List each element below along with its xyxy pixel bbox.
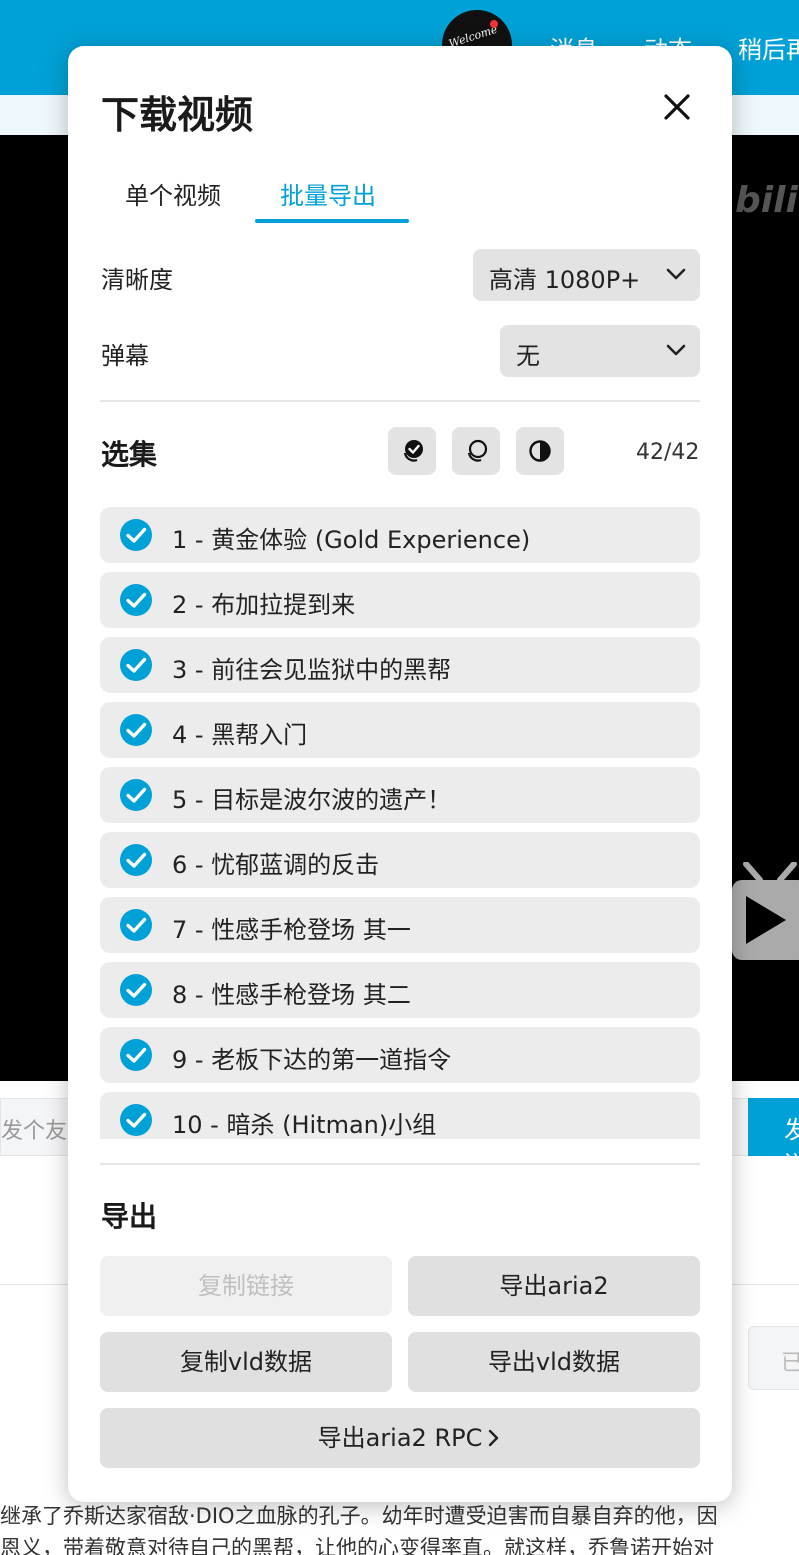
checked-circle-icon[interactable]: [119, 583, 153, 617]
episode-label: 1 - 黄金体验 (Gold Experience): [172, 526, 531, 554]
quality-select[interactable]: 高清 1080P+: [473, 249, 700, 301]
episode-item[interactable]: 4 - 黑帮入门: [100, 702, 700, 758]
episode-label: 5 - 目标是波尔波的遗产！: [172, 786, 452, 814]
nav-watch-later[interactable]: 稍后再看: [738, 30, 799, 65]
checked-circle-icon[interactable]: [119, 778, 153, 812]
episode-item[interactable]: 2 - 布加拉提到来: [100, 572, 700, 628]
episode-label: 6 - 忧郁蓝调的反击: [172, 851, 380, 879]
danmaku-value: 无: [516, 342, 540, 370]
invert-selection-button[interactable]: [516, 427, 564, 475]
description-line-2: 恩义，带着敬意对待自己的黑帮，让他的心变得率直。就这样，乔鲁诺开始对: [0, 1536, 714, 1555]
close-icon[interactable]: [660, 90, 694, 124]
active-tab-indicator: [255, 219, 409, 223]
select-all-button[interactable]: [388, 427, 436, 475]
episode-label: 3 - 前往会见监狱中的黑帮: [172, 656, 452, 684]
dialog-title: 下载视频: [101, 93, 254, 137]
episode-item[interactable]: 3 - 前往会见监狱中的黑帮: [100, 637, 700, 693]
episode-label: 2 - 布加拉提到来: [172, 591, 356, 619]
player-watermark: bili: [735, 180, 798, 221]
export-aria2-button[interactable]: 导出aria2: [408, 1256, 700, 1316]
chevron-down-icon: [666, 344, 686, 356]
deselect-all-button[interactable]: [452, 427, 500, 475]
checked-circle-icon[interactable]: [119, 648, 153, 682]
episode-item[interactable]: 7 - 性感手枪登场 其一: [100, 897, 700, 953]
heart-icon: [490, 20, 498, 28]
episode-list[interactable]: 1 - 黄金体验 (Gold Experience) 2 - 布加拉提到来 3 …: [100, 507, 700, 1139]
copy-link-button[interactable]: 复制链接: [100, 1256, 392, 1316]
copy-vld-data-button[interactable]: 复制vld数据: [100, 1332, 392, 1392]
checked-circle-icon[interactable]: [119, 518, 153, 552]
episode-item[interactable]: 1 - 黄金体验 (Gold Experience): [100, 507, 700, 563]
checked-circle-icon[interactable]: [119, 973, 153, 1007]
episodes-title: 选集: [101, 438, 158, 471]
episode-item[interactable]: 10 - 暗杀 (Hitman)小组: [100, 1092, 700, 1139]
episode-item[interactable]: 5 - 目标是波尔波的遗产！: [100, 767, 700, 823]
section-divider: [100, 400, 700, 402]
tab-single-video[interactable]: 单个视频: [125, 176, 221, 211]
episode-item[interactable]: 9 - 老板下达的第一道指令: [100, 1027, 700, 1083]
selected-count: 42/42: [636, 440, 700, 465]
episode-label: 8 - 性感手枪登场 其二: [172, 981, 411, 1009]
tv-play-icon: [732, 862, 799, 960]
export-title: 导出: [101, 1200, 158, 1233]
episode-label: 10 - 暗杀 (Hitman)小组: [172, 1111, 437, 1139]
checked-circle-icon[interactable]: [119, 1103, 153, 1137]
quality-value: 高清 1080P+: [489, 266, 641, 294]
danmaku-select[interactable]: 无: [500, 325, 700, 377]
checked-circle-icon[interactable]: [119, 843, 153, 877]
download-video-dialog: 下载视频 单个视频 批量导出 清晰度 高清 1080P+ 弹幕 无 选集 42/…: [68, 46, 732, 1502]
quality-label: 清晰度: [101, 266, 173, 294]
follow-button[interactable]: 已: [748, 1326, 799, 1390]
danmaku-send-button[interactable]: 发送: [748, 1098, 799, 1179]
invert-selection-icon: [529, 440, 551, 462]
description-line-1: 继承了乔斯达家宿敌·DIO之血脉的孔子。幼年时遭受迫害而自暴自弃的他，因: [0, 1504, 718, 1528]
select-all-icon: [403, 440, 423, 462]
tab-batch-export[interactable]: 批量导出: [280, 176, 376, 211]
export-vld-data-button[interactable]: 导出vld数据: [408, 1332, 700, 1392]
chevron-down-icon: [666, 268, 686, 280]
deselect-all-icon: [467, 439, 488, 462]
section-divider: [100, 1163, 700, 1165]
export-aria2-rpc-label: 导出aria2 RPC: [317, 1424, 483, 1452]
export-aria2-rpc-button[interactable]: 导出aria2 RPC: [100, 1408, 700, 1468]
episode-label: 7 - 性感手枪登场 其一: [172, 916, 411, 944]
episode-item[interactable]: 8 - 性感手枪登场 其二: [100, 962, 700, 1018]
chevron-right-icon: [488, 1429, 499, 1447]
danmaku-label: 弹幕: [101, 342, 149, 370]
checked-circle-icon[interactable]: [119, 1038, 153, 1072]
episode-label: 9 - 老板下达的第一道指令: [172, 1046, 452, 1074]
episode-label: 4 - 黑帮入门: [172, 721, 308, 749]
checked-circle-icon[interactable]: [119, 713, 153, 747]
episode-item[interactable]: 6 - 忧郁蓝调的反击: [100, 832, 700, 888]
checked-circle-icon[interactable]: [119, 908, 153, 942]
